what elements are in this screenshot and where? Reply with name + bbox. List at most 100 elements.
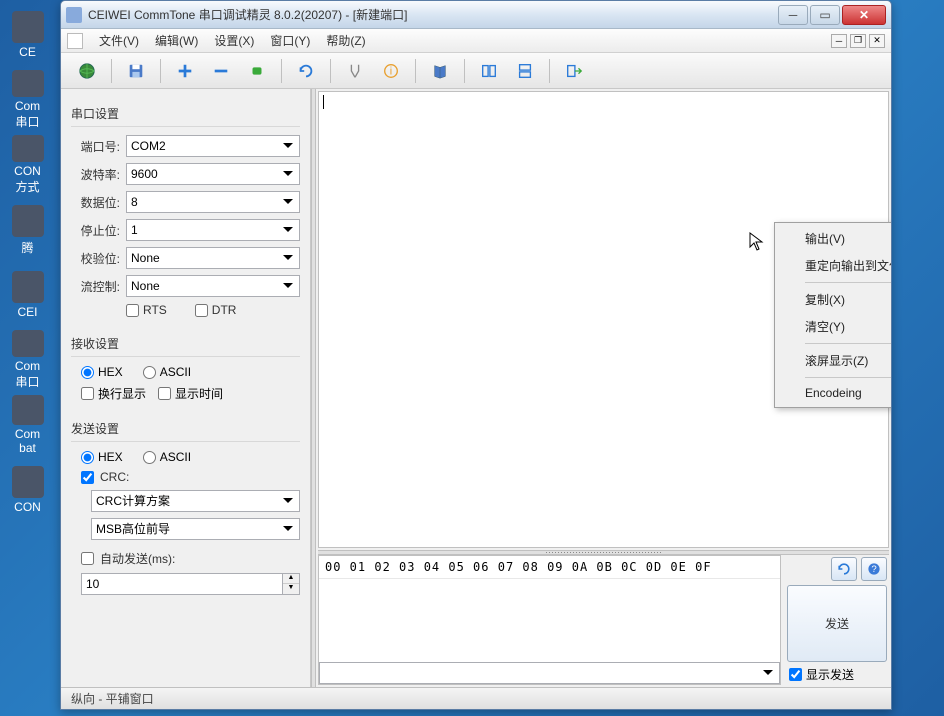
port-label: 端口号:	[71, 138, 126, 155]
context-menu: 输出(V) Ctrl+S 重定向输出到文件(W) 复制(X) Ctrl+C 清空…	[774, 222, 891, 408]
port-select[interactable]: COM2	[126, 135, 300, 157]
tools-icon[interactable]	[339, 57, 371, 85]
rts-checkbox[interactable]	[126, 304, 139, 317]
crc-checkbox[interactable]	[81, 471, 94, 484]
record-icon[interactable]	[241, 57, 273, 85]
send-button[interactable]: 发送	[787, 585, 887, 662]
time-checkbox[interactable]	[158, 387, 171, 400]
wrap-label[interactable]: 换行显示	[98, 385, 146, 402]
add-icon[interactable]	[169, 57, 201, 85]
ctx-scroll[interactable]: 滚屏显示(Z)	[777, 347, 891, 374]
ctx-copy-label: 复制(X)	[805, 291, 845, 308]
stop-select[interactable]: 1	[126, 219, 300, 241]
close-button[interactable]: ✕	[842, 5, 886, 25]
spin-up[interactable]: ▲	[283, 574, 299, 584]
redo-icon[interactable]	[290, 57, 322, 85]
desktop-icon[interactable]: CON方式	[0, 135, 55, 195]
ctx-redirect[interactable]: 重定向输出到文件(W)	[777, 252, 891, 279]
crc-scheme-select[interactable]: CRC计算方案	[91, 490, 300, 512]
spin-down[interactable]: ▼	[283, 584, 299, 594]
parity-select[interactable]: None	[126, 247, 300, 269]
ctx-redirect-label: 重定向输出到文件(W)	[805, 257, 891, 274]
send-hex-label[interactable]: HEX	[98, 450, 123, 464]
menu-settings[interactable]: 设置(X)	[206, 30, 262, 51]
desktop-icon[interactable]: 腾	[0, 200, 55, 260]
parity-label: 校验位:	[71, 250, 126, 267]
ctx-clear[interactable]: 清空(Y)	[777, 313, 891, 340]
menu-window[interactable]: 窗口(Y)	[262, 30, 318, 51]
send-ascii-radio[interactable]	[143, 451, 156, 464]
mouse-cursor-icon	[749, 232, 765, 252]
flow-select[interactable]: None	[126, 275, 300, 297]
menu-file[interactable]: 文件(V)	[91, 30, 147, 51]
ctx-encoding[interactable]: Encodeing ▶	[777, 381, 891, 405]
book-icon[interactable]	[424, 57, 456, 85]
serial-settings-header: 串口设置	[71, 101, 300, 127]
msb-select[interactable]: MSB高位前导	[91, 518, 300, 540]
dtr-label[interactable]: DTR	[212, 303, 237, 317]
titlebar[interactable]: CEIWEI CommTone 串口调试精灵 8.0.2(20207) - [新…	[61, 1, 891, 29]
send-hex-radio[interactable]	[81, 451, 94, 464]
refresh-button[interactable]	[831, 557, 857, 581]
menubar: 文件(V) 编辑(W) 设置(X) 窗口(Y) 帮助(Z) ─ ❐ ✕	[61, 29, 891, 53]
document-icon	[67, 33, 83, 49]
hex-body[interactable]	[319, 579, 780, 662]
autosend-label[interactable]: 自动发送(ms):	[100, 550, 175, 567]
save-icon[interactable]	[120, 57, 152, 85]
send-controls: ? 发送 显示发送	[785, 555, 889, 685]
interval-input[interactable]	[81, 573, 283, 595]
menu-edit[interactable]: 编辑(W)	[147, 30, 206, 51]
maximize-button[interactable]: ▭	[810, 5, 840, 25]
hex-view: 00 01 02 03 04 05 06 07 08 09 0A 0B 0C 0…	[318, 555, 781, 685]
desktop-icon[interactable]: Com串口	[0, 70, 55, 130]
desktop-icon[interactable]: CEI	[0, 265, 55, 325]
send-ascii-label[interactable]: ASCII	[160, 450, 191, 464]
split-h-icon[interactable]	[509, 57, 541, 85]
show-send-checkbox[interactable]	[789, 668, 802, 681]
remove-icon[interactable]	[205, 57, 237, 85]
info-icon[interactable]: i	[375, 57, 407, 85]
body-area: 串口设置 端口号: COM2 波特率: 9600 数据位: 8 停止位: 1 校…	[61, 89, 891, 687]
menu-help[interactable]: 帮助(Z)	[318, 30, 373, 51]
ctx-copy[interactable]: 复制(X) Ctrl+C	[777, 286, 891, 313]
stop-label: 停止位:	[71, 222, 126, 239]
help-button[interactable]: ?	[861, 557, 887, 581]
desktop-icon[interactable]: Combat	[0, 395, 55, 455]
mdi-minimize[interactable]: ─	[831, 34, 847, 48]
show-send-label[interactable]: 显示发送	[806, 666, 854, 683]
recv-ascii-radio[interactable]	[143, 366, 156, 379]
baud-label: 波特率:	[71, 166, 126, 183]
svg-text:i: i	[390, 65, 392, 77]
autosend-checkbox[interactable]	[81, 552, 94, 565]
rts-label[interactable]: RTS	[143, 303, 167, 317]
data-select[interactable]: 8	[126, 191, 300, 213]
desktop-icon[interactable]: CON	[0, 460, 55, 520]
recv-ascii-label[interactable]: ASCII	[160, 365, 191, 379]
recv-hex-radio[interactable]	[81, 366, 94, 379]
globe-icon[interactable]	[71, 57, 103, 85]
wrap-checkbox[interactable]	[81, 387, 94, 400]
data-label: 数据位:	[71, 194, 126, 211]
output-textarea[interactable]: 输出(V) Ctrl+S 重定向输出到文件(W) 复制(X) Ctrl+C 清空…	[318, 91, 889, 548]
dtr-checkbox[interactable]	[195, 304, 208, 317]
baud-select[interactable]: 9600	[126, 163, 300, 185]
ctx-output[interactable]: 输出(V) Ctrl+S	[777, 225, 891, 252]
toolbar: i	[61, 53, 891, 89]
mdi-close[interactable]: ✕	[869, 34, 885, 48]
exit-icon[interactable]	[558, 57, 590, 85]
hex-combo[interactable]	[319, 662, 780, 684]
ctx-encoding-label: Encodeing	[805, 386, 862, 400]
time-label[interactable]: 显示时间	[175, 385, 223, 402]
minimize-button[interactable]: ─	[778, 5, 808, 25]
sidebar: 串口设置 端口号: COM2 波特率: 9600 数据位: 8 停止位: 1 校…	[61, 89, 311, 687]
hex-panel: 00 01 02 03 04 05 06 07 08 09 0A 0B 0C 0…	[318, 555, 889, 685]
split-v-icon[interactable]	[473, 57, 505, 85]
recv-settings-header: 接收设置	[71, 331, 300, 357]
mdi-restore[interactable]: ❐	[850, 34, 866, 48]
desktop-icon[interactable]: Com串口	[0, 330, 55, 390]
status-text: 纵向 - 平铺窗口	[71, 690, 154, 707]
recv-hex-label[interactable]: HEX	[98, 365, 123, 379]
horizontal-splitter[interactable]	[318, 550, 889, 555]
crc-label[interactable]: CRC:	[100, 470, 129, 484]
desktop-icon[interactable]: CE	[0, 5, 55, 65]
